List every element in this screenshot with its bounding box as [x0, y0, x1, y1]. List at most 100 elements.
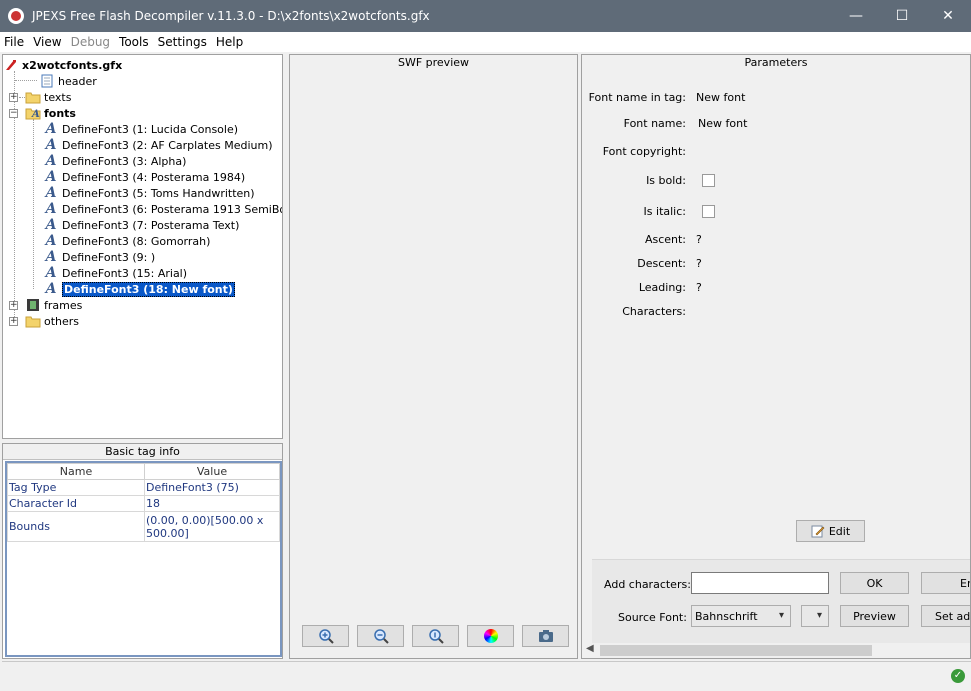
- add-characters-input[interactable]: [691, 572, 829, 594]
- is-italic-label: Is italic:: [643, 204, 686, 218]
- ascent-row: Ascent: ?: [582, 231, 970, 247]
- zoom-out-icon: [373, 629, 389, 644]
- basic-tag-info-table: Name Value Tag Type DefineFont3 (75) Cha…: [5, 461, 282, 657]
- zoom-in-button[interactable]: [302, 625, 349, 647]
- chevron-down-icon: ▾: [816, 610, 822, 621]
- menu-file[interactable]: File: [0, 35, 28, 49]
- tree-item-texts[interactable]: texts: [25, 89, 71, 105]
- scrollbar-thumb[interactable]: [600, 645, 872, 656]
- font-name-in-tag-row: Font name in tag: New font: [582, 89, 970, 105]
- menu-help[interactable]: Help: [212, 35, 247, 49]
- pencil-edit-icon: [811, 524, 825, 538]
- font-copyright-row: Font copyright:: [582, 143, 970, 159]
- tree-font-item[interactable]: A DefineFont3 (9: ): [43, 249, 156, 265]
- font-name-in-tag-value: New font: [696, 90, 746, 104]
- source-font-value: Bahnschrift: [695, 609, 758, 623]
- ascent-label: Ascent:: [644, 232, 686, 246]
- font-name-label: Font name:: [623, 116, 686, 130]
- folder-icon: [25, 313, 41, 329]
- edit-button[interactable]: Edit: [796, 520, 865, 542]
- table-cell: DefineFont3 (75): [144, 479, 280, 496]
- tree-font-item[interactable]: A DefineFont3 (2: AF Carplates Medium): [43, 137, 273, 153]
- tag-tree[interactable]: x2wotcfonts.gfx header + texts − A fonts…: [2, 54, 283, 439]
- table-cell: 18: [144, 495, 280, 512]
- tree-item-others[interactable]: others: [25, 313, 79, 329]
- zoom-actual-size-icon: [428, 629, 444, 644]
- table-row[interactable]: Character Id 18: [7, 495, 280, 512]
- tree-item-fonts[interactable]: A fonts: [25, 105, 76, 121]
- tree-item-root[interactable]: x2wotcfonts.gfx: [3, 57, 122, 73]
- font-icon: A: [45, 249, 57, 265]
- tree-item-header[interactable]: header: [39, 73, 97, 89]
- chevron-down-icon: ▾: [778, 610, 784, 621]
- characters-label: Characters:: [622, 304, 686, 318]
- menu-debug[interactable]: Debug: [67, 35, 114, 49]
- menu-settings[interactable]: Settings: [154, 35, 211, 49]
- tree-font-item[interactable]: A DefineFont3 (8: Gomorrah): [43, 233, 211, 249]
- tree-font-item[interactable]: A DefineFont3 (5: Toms Handwritten): [43, 185, 255, 201]
- tree-font-item-selected[interactable]: A DefineFont3 (18: New font): [43, 281, 235, 297]
- camera-icon: [538, 630, 553, 642]
- is-bold-checkbox[interactable]: [702, 173, 715, 187]
- edit-button-label: Edit: [828, 524, 851, 538]
- font-icon: A: [45, 233, 57, 249]
- descent-row: Descent: ?: [582, 255, 970, 271]
- film-frames-icon: [25, 297, 41, 313]
- basic-tag-info-title: Basic tag info: [3, 444, 282, 460]
- font-name-row: Font name: New font: [582, 115, 970, 131]
- window-title: JPEXS Free Flash Decompiler v.11.3.0 - D…: [32, 9, 430, 23]
- preview-button[interactable]: Preview: [840, 605, 909, 627]
- background-color-button[interactable]: [467, 625, 514, 647]
- snapshot-button[interactable]: [522, 625, 569, 647]
- tree-font-item[interactable]: A DefineFont3 (3: Alpha): [43, 153, 187, 169]
- embed-button[interactable]: Em: [921, 572, 970, 594]
- expand-texts-toggle[interactable]: +: [9, 93, 18, 102]
- collapse-fonts-toggle[interactable]: −: [9, 109, 18, 118]
- font-icon: A: [45, 201, 57, 217]
- source-font-select[interactable]: Bahnschrift ▾: [691, 605, 791, 627]
- set-advance-button[interactable]: Set adv: [921, 605, 970, 627]
- tree-item-label: frames: [44, 298, 83, 312]
- zoom-reset-button[interactable]: [412, 625, 459, 647]
- descent-value: ?: [696, 256, 702, 270]
- is-italic-checkbox[interactable]: [702, 204, 715, 218]
- minimize-button[interactable]: —: [833, 0, 879, 32]
- tree-font-item[interactable]: A DefineFont3 (15: Arial): [43, 265, 187, 281]
- tree-font-item[interactable]: A DefineFont3 (4: Posterama 1984): [43, 169, 246, 185]
- basic-tag-info-panel: Basic tag info Name Value Tag Type Defin…: [2, 443, 283, 659]
- document-icon: [39, 73, 55, 89]
- menu-view[interactable]: View: [29, 35, 65, 49]
- column-header-name[interactable]: Name: [7, 463, 145, 480]
- parameters-panel: Parameters Font name in tag: New font Fo…: [581, 54, 971, 659]
- close-button[interactable]: ✕: [925, 0, 971, 32]
- font-icon: A: [45, 137, 57, 153]
- tree-font-item[interactable]: A DefineFont3 (1: Lucida Console): [43, 121, 238, 137]
- expand-frames-toggle[interactable]: +: [9, 301, 18, 310]
- swf-file-icon: [3, 57, 19, 73]
- tree-font-item[interactable]: A DefineFont3 (6: Posterama 1913 SemiBol…: [43, 201, 282, 217]
- add-characters-area: Add characters: OK Em Source Font: Bahns…: [592, 559, 970, 643]
- ok-button[interactable]: OK: [840, 572, 909, 594]
- scroll-left-icon[interactable]: ◀: [586, 643, 594, 654]
- maximize-button[interactable]: ☐: [879, 0, 925, 32]
- leading-value: ?: [696, 280, 702, 294]
- table-cell: Bounds: [7, 511, 145, 542]
- menu-tools[interactable]: Tools: [115, 35, 153, 49]
- horizontal-scrollbar[interactable]: ◀: [582, 643, 970, 658]
- table-row[interactable]: Tag Type DefineFont3 (75): [7, 479, 280, 496]
- tree-item-frames[interactable]: frames: [25, 297, 82, 313]
- source-font-label: Source Font:: [618, 611, 687, 624]
- folder-icon: [25, 89, 41, 105]
- font-style-select[interactable]: ▾: [801, 605, 829, 627]
- font-copyright-label: Font copyright:: [602, 144, 686, 158]
- swf-preview-panel: SWF preview: [289, 54, 578, 659]
- table-cell: (0.00, 0.00)[500.00 x 500.00]: [144, 511, 280, 542]
- tree-font-item[interactable]: A DefineFont3 (7: Posterama Text): [43, 217, 240, 233]
- table-row[interactable]: Bounds (0.00, 0.00)[500.00 x 500.00]: [7, 511, 280, 542]
- is-italic-row: Is italic:: [582, 203, 970, 219]
- column-header-value[interactable]: Value: [144, 463, 280, 480]
- status-bar: ✓: [2, 661, 971, 691]
- zoom-in-icon: [318, 629, 334, 644]
- expand-others-toggle[interactable]: +: [9, 317, 18, 326]
- zoom-out-button[interactable]: [357, 625, 404, 647]
